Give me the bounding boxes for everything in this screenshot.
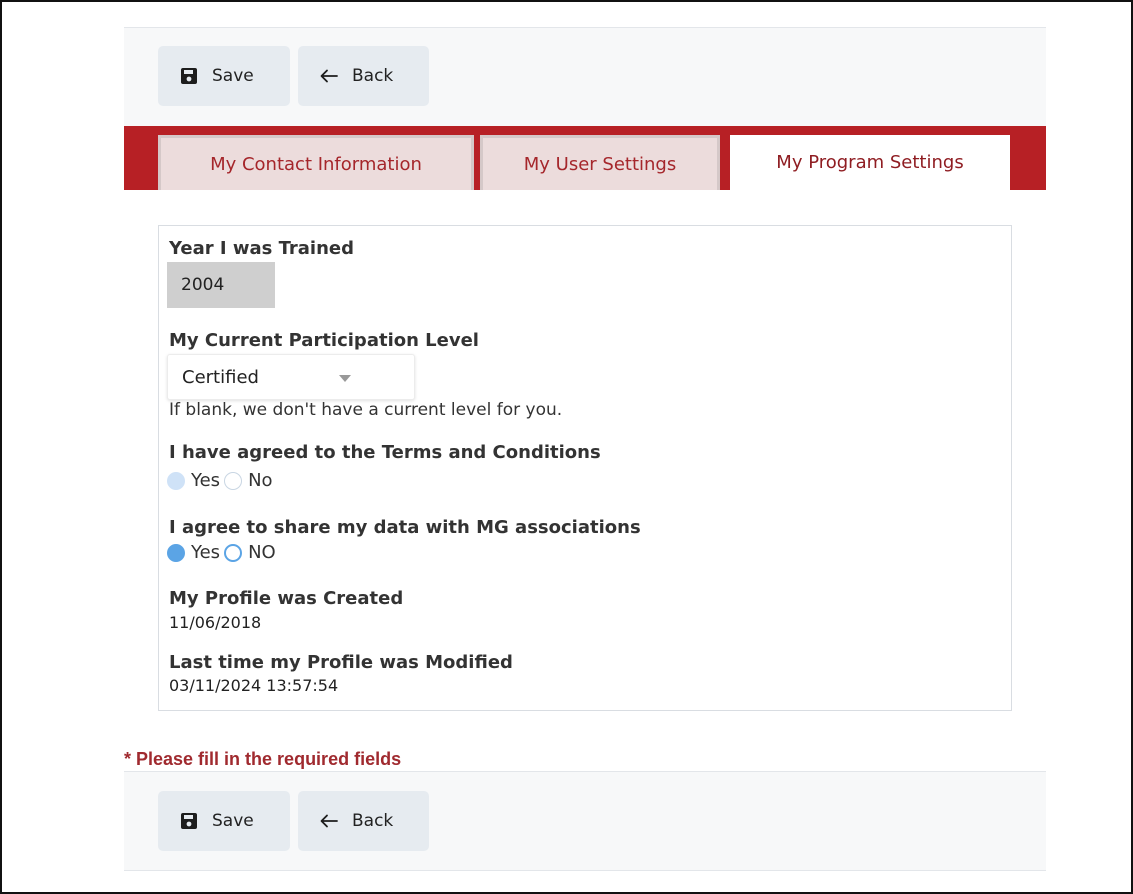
share-data-no-radio[interactable]	[224, 543, 243, 562]
profile-created-label: My Profile was Created	[169, 588, 404, 609]
terms-no-radio[interactable]	[224, 471, 243, 490]
year-trained-field: 2004	[167, 262, 275, 308]
back-button-label: Back	[352, 66, 394, 86]
terms-yes-label: Yes	[191, 470, 221, 491]
share-data-radio-group: Yes NO	[167, 542, 280, 563]
year-trained-value: 2004	[181, 275, 225, 295]
terms-yes-radio[interactable]	[167, 471, 185, 490]
share-data-label: I agree to share my data with MG associa…	[169, 517, 641, 538]
back-button[interactable]: Back	[298, 46, 429, 106]
back-button-label: Back	[352, 811, 394, 831]
profile-modified-value: 03/11/2024 13:57:54	[169, 676, 339, 695]
arrow-left-icon	[320, 69, 338, 83]
program-settings-panel: Year I was Trained 2004 My Current Parti…	[158, 225, 1012, 711]
required-fields-notice: * Please fill in the required fields	[124, 749, 402, 769]
save-button-label: Save	[212, 66, 254, 86]
chevron-down-icon	[339, 375, 351, 382]
tab-program-settings[interactable]: My Program Settings	[730, 135, 1010, 190]
profile-modified-label: Last time my Profile was Modified	[169, 652, 513, 673]
terms-no-label: No	[248, 470, 273, 491]
participation-hint: If blank, we don't have a current level …	[169, 400, 563, 420]
share-data-no-label: NO	[248, 542, 276, 563]
profile-created-value: 11/06/2018	[169, 613, 262, 632]
participation-level-label: My Current Participation Level	[169, 330, 479, 351]
back-button[interactable]: Back	[298, 791, 429, 851]
terms-label: I have agreed to the Terms and Condition…	[169, 442, 601, 463]
terms-radio-group: Yes No	[167, 470, 277, 491]
arrow-left-icon	[320, 814, 338, 828]
tab-contact-information[interactable]: My Contact Information	[158, 135, 474, 190]
floppy-disk-icon	[180, 812, 198, 830]
save-button-label: Save	[212, 811, 254, 831]
year-trained-label: Year I was Trained	[169, 238, 355, 259]
tab-user-settings[interactable]: My User Settings	[480, 135, 720, 190]
top-toolbar: Save Back	[124, 27, 1046, 127]
tab-label: My User Settings	[523, 153, 677, 175]
share-data-yes-label: Yes	[191, 542, 221, 563]
floppy-disk-icon	[180, 67, 198, 85]
participation-level-select[interactable]: Certified	[167, 354, 415, 400]
share-data-yes-radio[interactable]	[167, 543, 185, 562]
save-button[interactable]: Save	[158, 46, 290, 106]
tab-label: My Contact Information	[210, 153, 422, 175]
save-button[interactable]: Save	[158, 791, 290, 851]
participation-level-value: Certified	[182, 366, 259, 388]
tab-label: My Program Settings	[776, 152, 964, 173]
tab-bar: My Contact Information My User Settings …	[124, 126, 1046, 190]
bottom-toolbar: Save Back	[124, 771, 1046, 871]
